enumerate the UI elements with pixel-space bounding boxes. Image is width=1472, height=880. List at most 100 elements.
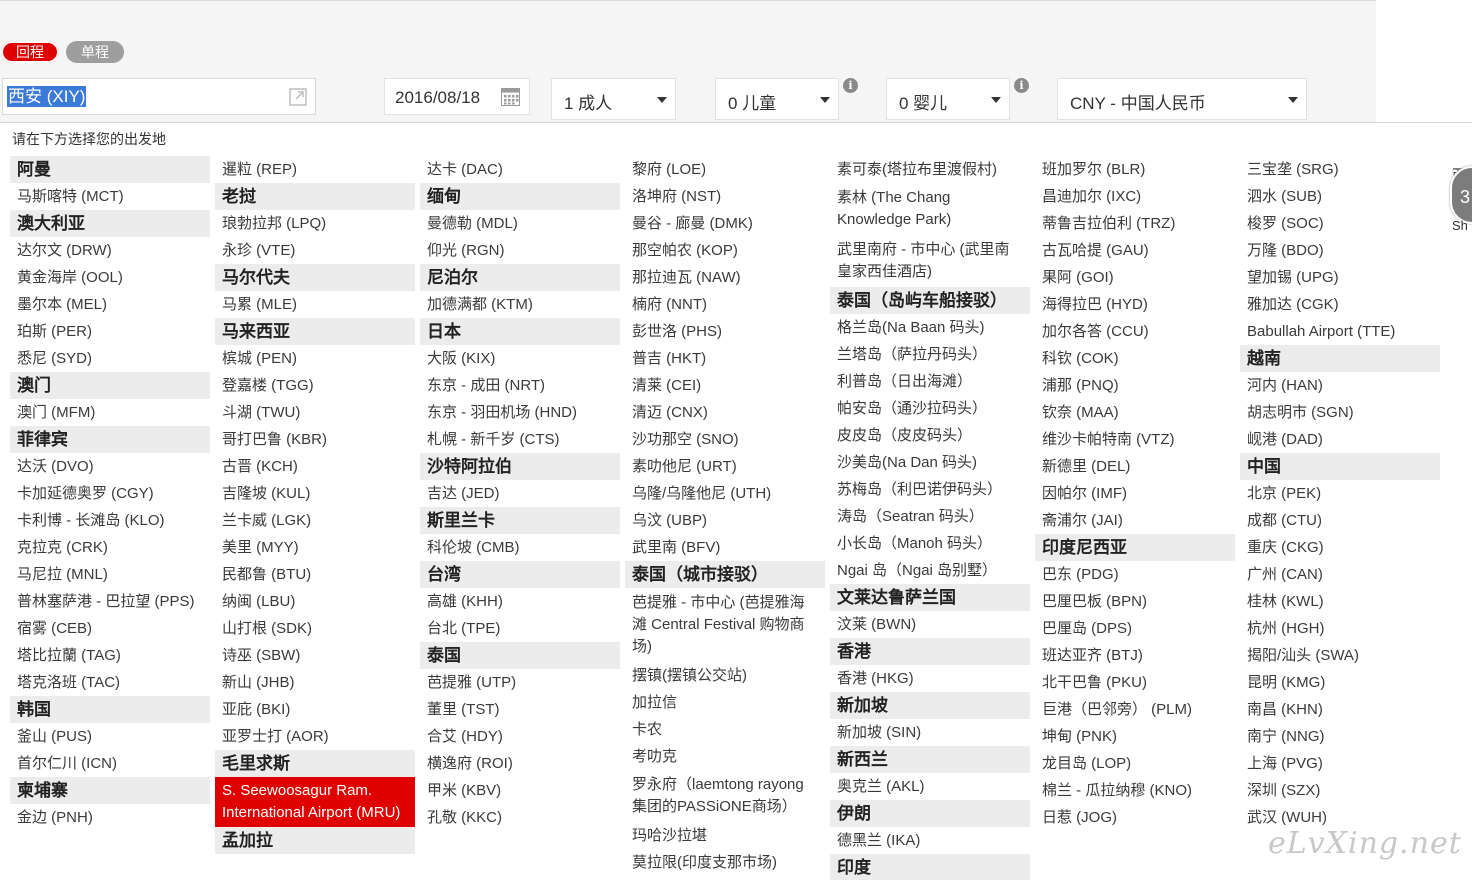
destination-item[interactable]: 塔比拉蘭 (TAG) (10, 642, 210, 669)
destination-item[interactable]: 巴厘岛 (DPS) (1035, 615, 1235, 642)
destination-item[interactable]: 美里 (MYY) (215, 534, 415, 561)
destination-item[interactable]: 小长岛（Manoh 码头） (830, 530, 1030, 557)
destination-item[interactable]: 利普岛（日出海滩） (830, 368, 1030, 395)
destination-item[interactable]: 斋浦尔 (JAI) (1035, 507, 1235, 534)
infants-select[interactable]: 0 婴儿 (886, 78, 1010, 120)
destination-item[interactable]: 龙目岛 (LOP) (1035, 750, 1235, 777)
destination-item[interactable]: 达沃 (DVO) (10, 453, 210, 480)
date-field[interactable]: 2016/08/18 (384, 78, 530, 115)
destination-item[interactable]: 克拉克 (CRK) (10, 534, 210, 561)
destination-item[interactable]: 古瓦哈提 (GAU) (1035, 237, 1235, 264)
destination-item[interactable]: 巨港（巴邻旁） (PLM) (1035, 696, 1235, 723)
destination-item[interactable]: 普林塞萨港 - 巴拉望 (PPS) (10, 588, 210, 615)
destination-item[interactable]: Babullah Airport (TTE) (1240, 318, 1440, 345)
origin-field[interactable]: 西安 (XIY) (2, 78, 316, 115)
destination-item[interactable]: 卡加延德奥罗 (CGY) (10, 480, 210, 507)
destination-item[interactable]: 清莱 (CEI) (625, 372, 825, 399)
destination-item[interactable]: 新加坡 (SIN) (830, 719, 1030, 746)
destination-item[interactable]: 澳门 (MFM) (10, 399, 210, 426)
info-icon[interactable]: i (843, 78, 858, 93)
expand-corner-icon[interactable] (289, 88, 307, 106)
destination-item[interactable]: 万隆 (BDO) (1240, 237, 1440, 264)
destination-item[interactable]: 坤甸 (PNK) (1035, 723, 1235, 750)
destination-item[interactable]: 素叻他尼 (URT) (625, 453, 825, 480)
destination-item[interactable]: 永珍 (VTE) (215, 237, 415, 264)
destination-item[interactable]: 科伦坡 (CMB) (420, 534, 620, 561)
destination-item[interactable]: 科钦 (COK) (1035, 345, 1235, 372)
destination-item[interactable]: 合艾 (HDY) (420, 723, 620, 750)
destination-item[interactable]: 塔克洛班 (TAC) (10, 669, 210, 696)
destination-item[interactable]: 首尔仁川 (ICN) (10, 750, 210, 777)
destination-item[interactable]: 浦那 (PNQ) (1035, 372, 1235, 399)
destination-item[interactable]: 格兰岛(Na Baan 码头) (830, 314, 1030, 341)
destination-item[interactable]: 深圳 (SZX) (1240, 777, 1440, 804)
destination-item[interactable]: 加拉信 (625, 689, 825, 716)
destination-item[interactable]: 芭提雅 (UTP) (420, 669, 620, 696)
destination-item[interactable]: 金边 (PNH) (10, 804, 210, 831)
destination-item[interactable]: 南宁 (NNG) (1240, 723, 1440, 750)
destination-item[interactable]: 哥打巴鲁 (KBR) (215, 426, 415, 453)
destination-item[interactable]: 新德里 (DEL) (1035, 453, 1235, 480)
destination-item[interactable]: 昌迪加尔 (IXC) (1035, 183, 1235, 210)
destination-item[interactable]: 因帕尔 (IMF) (1035, 480, 1235, 507)
destination-item[interactable]: 那拉迪瓦 (NAW) (625, 264, 825, 291)
destination-item[interactable]: 涛岛（Seatran 码头） (830, 503, 1030, 530)
destination-item[interactable]: 巴厘巴板 (BPN) (1035, 588, 1235, 615)
destination-item[interactable]: 孔敬 (KKC) (420, 804, 620, 831)
destination-item[interactable]: 横逸府 (ROI) (420, 750, 620, 777)
destination-item[interactable]: 东京 - 羽田机场 (HND) (420, 399, 620, 426)
oneway-trip-button[interactable]: 单程 (66, 41, 124, 63)
destination-item[interactable]: 莫拉限(印度支那市场) (625, 849, 825, 876)
destination-item[interactable]: 卡农 (625, 716, 825, 743)
destination-item[interactable]: 那空帕农 (KOP) (625, 237, 825, 264)
destination-item[interactable]: 巴东 (PDG) (1035, 561, 1235, 588)
destination-item-selected[interactable]: S. Seewoosagur Ram. International Airpor… (215, 777, 415, 827)
destination-item[interactable]: 加德满都 (KTM) (420, 291, 620, 318)
destination-item[interactable]: 墨尔本 (MEL) (10, 291, 210, 318)
destination-item[interactable]: 新山 (JHB) (215, 669, 415, 696)
destination-item[interactable]: 重庆 (CKG) (1240, 534, 1440, 561)
destination-item[interactable]: 梭罗 (SOC) (1240, 210, 1440, 237)
destination-item[interactable]: 揭阳/汕头 (SWA) (1240, 642, 1440, 669)
destination-item[interactable]: 纳闽 (LBU) (215, 588, 415, 615)
destination-item[interactable]: 乌隆/乌隆他尼 (UTH) (625, 480, 825, 507)
destination-item[interactable]: 吉达 (JED) (420, 480, 620, 507)
destination-item[interactable]: 达卡 (DAC) (420, 156, 620, 183)
destination-item[interactable]: 洛坤府 (NST) (625, 183, 825, 210)
destination-item[interactable]: 棉兰 - 瓜拉纳穆 (KNO) (1035, 777, 1235, 804)
destination-item[interactable]: 果阿 (GOI) (1035, 264, 1235, 291)
destination-item[interactable]: 沙功那空 (SNO) (625, 426, 825, 453)
return-trip-button[interactable]: 回程 (1, 41, 59, 63)
destination-item[interactable]: 杭州 (HGH) (1240, 615, 1440, 642)
destination-item[interactable]: 清迈 (CNX) (625, 399, 825, 426)
destination-item[interactable]: 亚罗士打 (AOR) (215, 723, 415, 750)
destination-item[interactable]: 黄金海岸 (OOL) (10, 264, 210, 291)
destination-item[interactable]: 考叻克 (625, 743, 825, 770)
destination-item[interactable]: 皮皮岛（皮皮码头） (830, 422, 1030, 449)
destination-item[interactable]: 曼谷 - 廊曼 (DMK) (625, 210, 825, 237)
destination-item[interactable]: 武里南府 - 市中心 (武里南皇家西佳酒店) (830, 235, 1030, 287)
destination-item[interactable]: 釜山 (PUS) (10, 723, 210, 750)
destination-item[interactable]: 东京 - 成田 (NRT) (420, 372, 620, 399)
destination-item[interactable]: 昆明 (KMG) (1240, 669, 1440, 696)
destination-item[interactable]: 泗水 (SUB) (1240, 183, 1440, 210)
info-icon[interactable]: i (1014, 78, 1029, 93)
destination-item[interactable]: 雅加达 (CGK) (1240, 291, 1440, 318)
destination-item[interactable]: 马尼拉 (MNL) (10, 561, 210, 588)
destination-item[interactable]: 上海 (PVG) (1240, 750, 1440, 777)
destination-item[interactable]: 乌汶 (UBP) (625, 507, 825, 534)
destination-item[interactable]: 岘港 (DAD) (1240, 426, 1440, 453)
destination-item[interactable]: 加尔各答 (CCU) (1035, 318, 1235, 345)
destination-item[interactable]: 胡志明市 (SGN) (1240, 399, 1440, 426)
destination-item[interactable]: 广州 (CAN) (1240, 561, 1440, 588)
calendar-icon[interactable] (501, 88, 520, 106)
destination-item[interactable]: 普吉 (HKT) (625, 345, 825, 372)
destination-item[interactable]: 诗巫 (SBW) (215, 642, 415, 669)
destination-item[interactable]: 苏梅岛（利巴诺伊码头） (830, 476, 1030, 503)
destination-item[interactable]: 清康 (625, 876, 825, 880)
destination-item[interactable]: 古晋 (KCH) (215, 453, 415, 480)
destination-item[interactable]: 维沙卡帕特南 (VTZ) (1035, 426, 1235, 453)
destination-item[interactable]: 桂林 (KWL) (1240, 588, 1440, 615)
destination-item[interactable]: 摆镇(摆镇公交站) (625, 662, 825, 689)
destination-item[interactable]: 沙美岛(Na Dan 码头) (830, 449, 1030, 476)
